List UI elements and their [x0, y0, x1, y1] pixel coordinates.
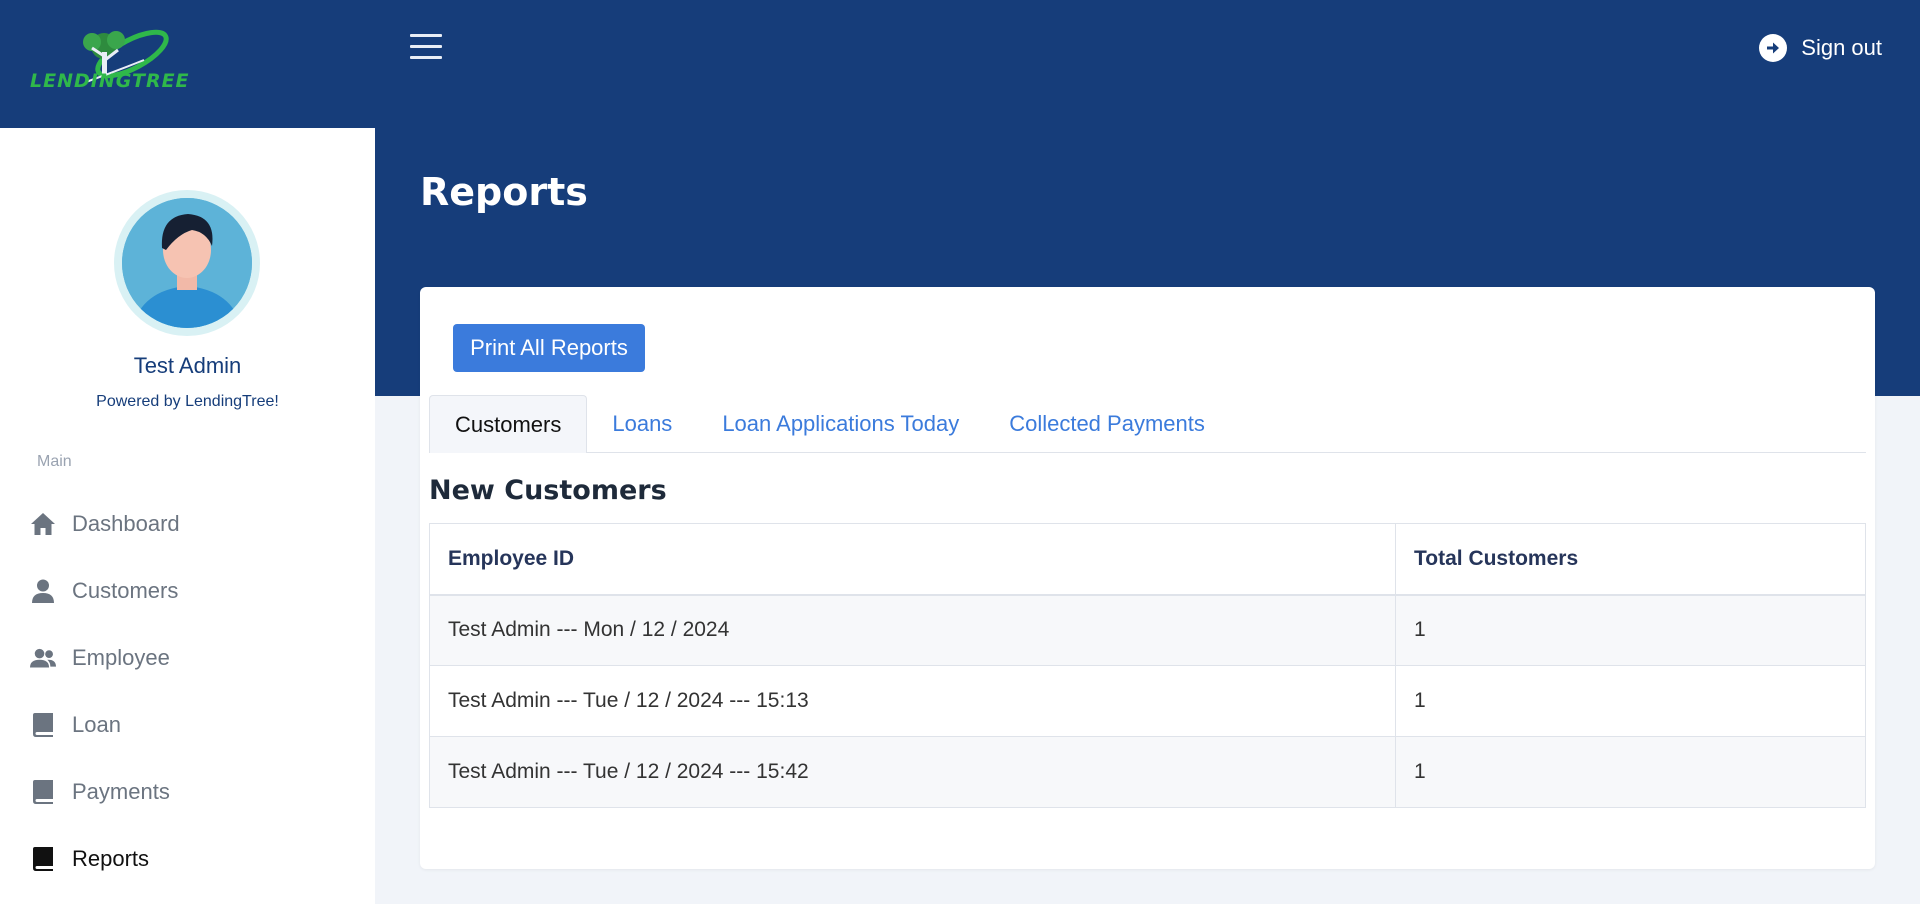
lendingtree-logo[interactable]: LENDINGTREE — [28, 24, 203, 104]
table-cell: Test Admin --- Tue / 12 / 2024 --- 15:42 — [429, 736, 1396, 808]
table-row: Test Admin --- Tue / 12 / 2024 --- 15:42… — [429, 736, 1866, 808]
sidebar: Test Admin Powered by LendingTree! Main … — [0, 128, 375, 904]
sidebar-item-customers[interactable]: Customers — [0, 557, 375, 624]
sidebar-item-label: Reports — [72, 845, 150, 871]
user-subtitle: Powered by LendingTree! — [96, 393, 279, 410]
user-avatar-icon — [122, 198, 252, 328]
report-tabs: Customers Loans Loan Applications Today … — [429, 395, 1866, 453]
sign-out-label: Sign out — [1801, 35, 1882, 60]
arrow-right-circle-icon — [1759, 34, 1788, 62]
sidebar-item-employee[interactable]: Employee — [0, 624, 375, 691]
logo-text: LENDINGTREE — [30, 70, 190, 92]
nav-section-label: Main — [37, 453, 72, 470]
sidebar-item-label: Customers — [72, 577, 179, 603]
table-cell: 1 — [1395, 665, 1866, 737]
print-all-reports-button[interactable]: Print All Reports — [453, 324, 645, 372]
sign-out-button[interactable]: Sign out — [1759, 34, 1882, 62]
tab-customers[interactable]: Customers — [429, 395, 588, 453]
hamburger-icon[interactable] — [410, 34, 442, 60]
section-title: New Customers — [429, 475, 667, 506]
table-row: Test Admin --- Mon / 12 / 2024 1 — [429, 594, 1866, 666]
table-row: Test Admin --- Tue / 12 / 2024 --- 15:13… — [429, 665, 1866, 737]
table-cell: Test Admin --- Tue / 12 / 2024 --- 15:13 — [429, 665, 1396, 737]
sidebar-nav: Dashboard Customers Employee Loan Paymen… — [0, 490, 375, 892]
table-cell: Test Admin --- Mon / 12 / 2024 — [429, 594, 1396, 666]
book-icon — [30, 712, 56, 738]
avatar — [114, 190, 260, 336]
tab-collected-payments[interactable]: Collected Payments — [984, 395, 1230, 453]
sidebar-item-loan[interactable]: Loan — [0, 691, 375, 758]
user-name: Test Admin — [133, 353, 242, 378]
tab-loan-applications-today[interactable]: Loan Applications Today — [697, 395, 984, 453]
sidebar-item-payments[interactable]: Payments — [0, 758, 375, 825]
book-icon — [30, 779, 56, 805]
sidebar-item-label: Employee — [72, 644, 170, 670]
brand-header: LENDINGTREE — [0, 0, 375, 128]
new-customers-table: Employee ID Total Customers Test Admin -… — [429, 523, 1866, 808]
home-icon — [30, 511, 56, 537]
sidebar-item-reports[interactable]: Reports — [0, 825, 375, 892]
book-icon — [30, 846, 56, 872]
user-icon — [30, 578, 56, 604]
reports-card: Print All Reports Customers Loans Loan A… — [420, 287, 1875, 869]
tab-loans[interactable]: Loans — [587, 395, 697, 453]
sidebar-item-label: Payments — [72, 778, 170, 804]
table-cell: 1 — [1395, 736, 1866, 808]
sidebar-item-dashboard[interactable]: Dashboard — [0, 490, 375, 557]
table-header-row: Employee ID Total Customers — [429, 523, 1866, 596]
column-header-total-customers: Total Customers — [1395, 523, 1866, 596]
page-title: Reports — [420, 170, 588, 214]
table-cell: 1 — [1395, 594, 1866, 666]
sidebar-item-label: Dashboard — [72, 510, 180, 536]
users-icon — [30, 645, 56, 671]
column-header-employee-id: Employee ID — [429, 523, 1396, 596]
sidebar-item-label: Loan — [72, 711, 121, 737]
